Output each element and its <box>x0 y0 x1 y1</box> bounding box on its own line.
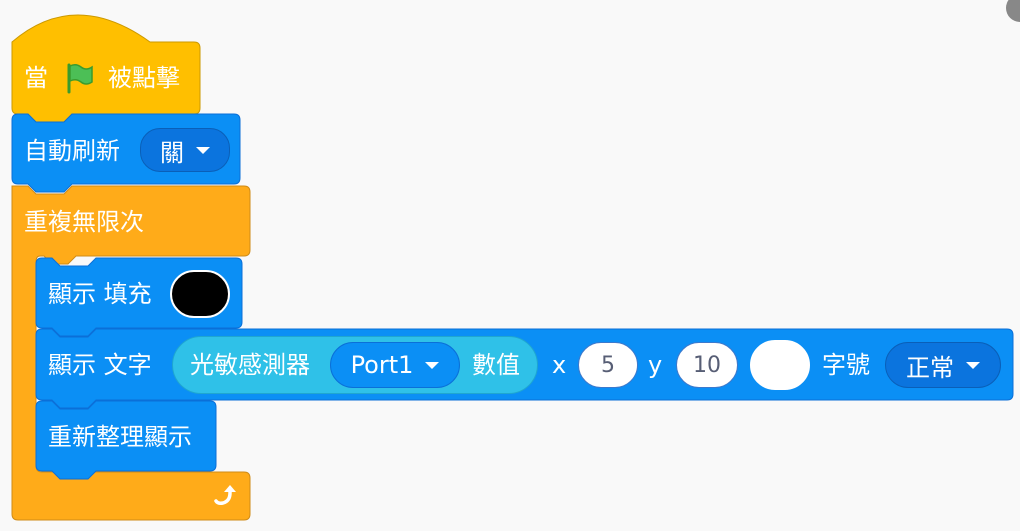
port-dropdown[interactable]: Port1 <box>330 342 460 388</box>
y-input[interactable]: 10 <box>676 342 738 388</box>
x-label: x <box>552 351 567 379</box>
light-sensor-label: 光敏感測器 <box>190 351 310 379</box>
auto-refresh-dropdown[interactable]: 關 <box>140 128 230 172</box>
display-text-label: 顯示 文字 <box>48 351 152 379</box>
display-fill-label: 顯示 填充 <box>48 280 152 308</box>
y-label: y <box>648 351 663 379</box>
clicked-label: 被點擊 <box>108 64 180 92</box>
font-size-label: 字號 <box>822 351 870 379</box>
x-input[interactable]: 5 <box>578 342 638 388</box>
value-label: 數值 <box>472 351 520 379</box>
font-size-value: 正常 <box>906 353 954 382</box>
auto-refresh-value: 關 <box>160 138 184 167</box>
refresh-display-label: 重新整理顯示 <box>48 423 192 451</box>
chevron-down-icon <box>966 361 980 369</box>
auto-refresh-label: 自動刷新 <box>24 137 120 165</box>
when-label: 當 <box>24 64 48 92</box>
fill-color-picker[interactable] <box>170 270 230 318</box>
port-value: Port1 <box>350 351 414 379</box>
chevron-down-icon <box>196 146 210 154</box>
green-flag-icon[interactable] <box>64 62 96 94</box>
forever-label: 重複無限次 <box>24 208 144 236</box>
chevron-down-icon <box>425 361 440 369</box>
font-size-dropdown[interactable]: 正常 <box>885 342 1001 388</box>
text-color-picker[interactable] <box>750 340 810 390</box>
